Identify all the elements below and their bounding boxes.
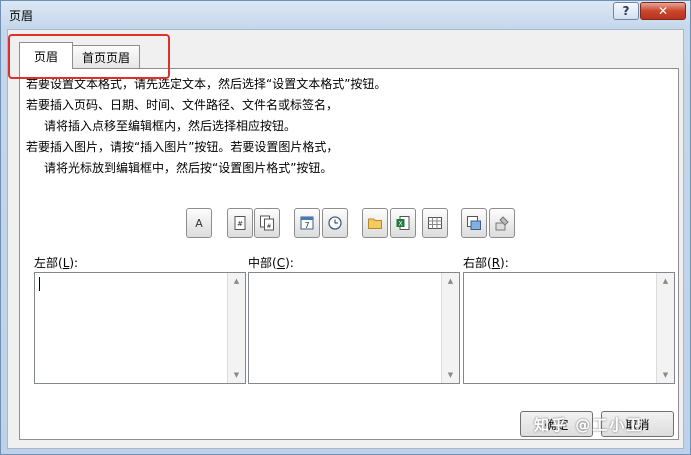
watermark: 知乎 @工小卫	[534, 416, 644, 434]
sheet-grid-icon	[428, 217, 442, 229]
calendar-icon: 7	[300, 216, 314, 230]
right-scrollbar[interactable]: ▲ ▼	[656, 273, 674, 383]
tabs-highlight-box	[8, 34, 170, 79]
insert-file-path-button[interactable]	[362, 208, 388, 238]
insert-page-count-button[interactable]: #	[254, 208, 280, 238]
picture-icon	[467, 216, 481, 230]
right-section-textbox[interactable]: ▲ ▼	[463, 272, 675, 384]
help-icon: ?	[622, 4, 630, 18]
help-button[interactable]: ?	[613, 2, 639, 20]
scroll-up-icon[interactable]: ▲	[442, 273, 459, 289]
page-count-icon: #	[260, 215, 274, 231]
paint-icon	[495, 216, 509, 231]
insert-sheet-name-button[interactable]	[422, 208, 448, 238]
close-icon: ✕	[657, 4, 669, 18]
scroll-up-icon[interactable]: ▲	[228, 273, 245, 289]
center-section-textbox[interactable]: ▲ ▼	[248, 272, 460, 384]
format-text-button[interactable]: A	[186, 208, 212, 238]
page-number-icon: #	[234, 216, 246, 230]
instruction-line: 请将光标放到编辑框中，然后按“设置图片格式”按钮。	[44, 161, 333, 175]
scroll-down-icon[interactable]: ▼	[228, 367, 245, 383]
folder-icon	[368, 218, 382, 229]
svg-text:#: #	[237, 220, 243, 228]
scroll-up-icon[interactable]: ▲	[657, 273, 674, 289]
tab-panel: 若要设置文本格式，请先选定文本，然后选择“设置文本格式”按钮。 若要插入页码、日…	[19, 68, 679, 440]
instruction-line: 若要插入图片，请按“插入图片”按钮。若要设置图片格式，	[26, 140, 339, 154]
svg-text:7: 7	[304, 221, 309, 230]
right-section-label: 右部(R):	[463, 256, 509, 270]
close-button[interactable]: ✕	[640, 2, 686, 20]
format-picture-button[interactable]	[489, 208, 515, 238]
insert-date-button[interactable]: 7	[294, 208, 320, 238]
insert-file-name-button[interactable]: X	[390, 208, 416, 238]
left-section-label: 左部(L):	[34, 256, 79, 270]
insert-time-button[interactable]	[322, 208, 348, 238]
excel-file-icon: X	[396, 216, 410, 230]
scroll-down-icon[interactable]: ▼	[442, 367, 459, 383]
dialog-client-area: 页眉 首页页眉 若要设置文本格式，请先选定文本，然后选择“设置文本格式”按钮。 …	[7, 29, 684, 449]
scroll-down-icon[interactable]: ▼	[657, 367, 674, 383]
text-caret	[39, 277, 40, 291]
instruction-line: 请将插入点移至编辑框内，然后选择相应按钮。	[44, 119, 297, 133]
left-scrollbar[interactable]: ▲ ▼	[227, 273, 245, 383]
insert-picture-button[interactable]	[461, 208, 487, 238]
left-section-textbox[interactable]: ▲ ▼	[34, 272, 246, 384]
svg-text:#: #	[266, 223, 271, 230]
clock-icon	[328, 216, 342, 230]
center-section-label: 中部(C):	[248, 256, 294, 270]
title-bar: 页眉 ? ✕	[1, 1, 690, 29]
dialog-title: 页眉	[9, 9, 34, 23]
instruction-line: 若要插入页码、日期、时间、文件路径、文件名或标签名，	[26, 98, 339, 112]
center-scrollbar[interactable]: ▲ ▼	[441, 273, 459, 383]
svg-text:X: X	[398, 221, 402, 228]
insert-page-number-button[interactable]: #	[227, 208, 253, 238]
page-header-dialog: 页眉 ? ✕ 页眉 首页页眉 若要设置文本格式，请先选定文本，然后选择“设置文本…	[0, 0, 691, 455]
font-a-icon: A	[195, 216, 203, 230]
